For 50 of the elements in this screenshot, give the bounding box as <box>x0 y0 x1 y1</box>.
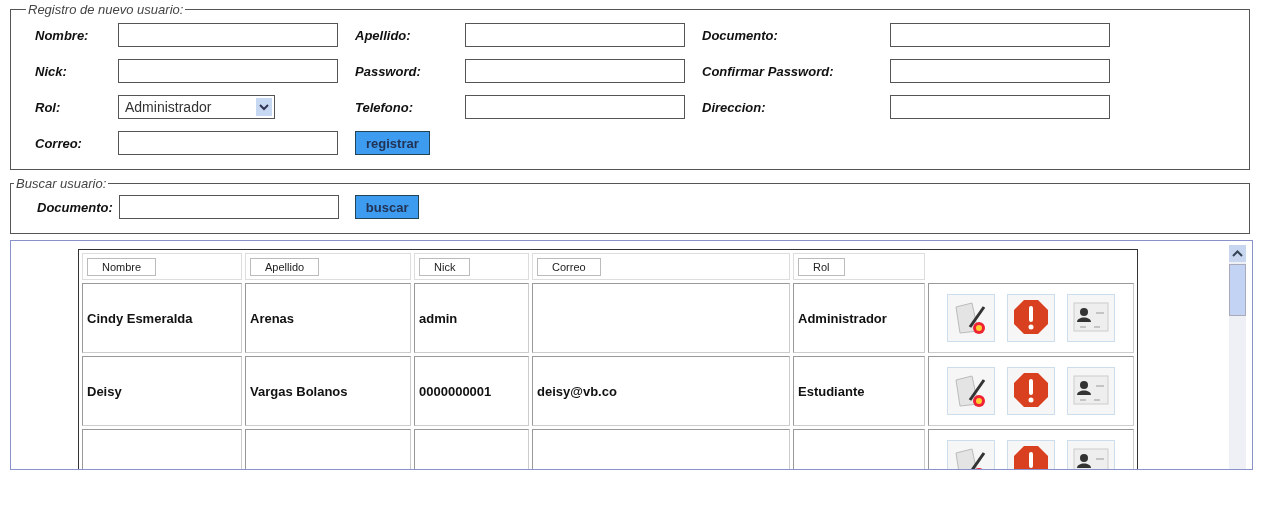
scrollbar-thumb[interactable] <box>1229 264 1246 316</box>
register-button[interactable]: registrar <box>355 131 430 155</box>
field-label: Correo: <box>35 135 83 151</box>
input-field[interactable] <box>118 131 338 155</box>
input-field[interactable] <box>890 95 1110 119</box>
input-field[interactable] <box>465 23 685 47</box>
table-cell: Arenas <box>245 283 411 353</box>
input-field[interactable] <box>118 59 338 83</box>
role-select[interactable]: Administrador <box>118 95 275 119</box>
pencil-icon[interactable] <box>947 294 995 342</box>
field-label: Telefono: <box>355 99 414 115</box>
input-field[interactable] <box>465 95 685 119</box>
contact-card-icon[interactable] <box>1067 367 1115 415</box>
field-label: Documento: <box>702 27 779 43</box>
field-label: Apellido: <box>355 27 412 43</box>
table-cell: deisy@vb.co <box>532 356 790 426</box>
alert-icon[interactable] <box>1007 367 1055 415</box>
input-field[interactable] <box>118 23 338 47</box>
field-label: Nick: <box>35 63 68 79</box>
search-button[interactable]: buscar <box>354 195 420 219</box>
column-header[interactable]: Rol <box>798 258 845 276</box>
table-cell: admin <box>414 283 529 353</box>
input-field[interactable] <box>890 23 1110 47</box>
field-label: Direccion: <box>702 99 767 115</box>
column-header[interactable]: Apellido <box>250 258 320 276</box>
alert-icon[interactable] <box>1007 294 1055 342</box>
field-label: Nombre: <box>35 27 90 43</box>
table-cell: Deisy <box>82 356 242 426</box>
contact-card-icon[interactable] <box>1067 294 1115 342</box>
column-header[interactable]: Nombre <box>87 258 157 276</box>
field-label: Rol: <box>35 99 62 115</box>
input-field[interactable] <box>890 59 1110 83</box>
table-cell: Administrador <box>793 283 925 353</box>
column-header[interactable]: Correo <box>537 258 601 276</box>
column-header[interactable]: Nick <box>419 258 471 276</box>
panel-legend: Registro de nuevo usuario: <box>26 2 186 17</box>
caret-icon <box>256 98 272 116</box>
scrollbar[interactable] <box>1229 245 1246 469</box>
table-cell: 0000000001 <box>414 356 529 426</box>
table-cell: Vargas Bolanos <box>245 356 411 426</box>
scroll-up-icon[interactable] <box>1229 245 1246 262</box>
input-field[interactable] <box>118 195 339 219</box>
input-field[interactable] <box>465 59 685 83</box>
field-label: Documento: <box>37 199 113 215</box>
panel-legend: Buscar usuario: <box>14 176 109 191</box>
pencil-icon[interactable] <box>947 367 995 415</box>
field-label: Password: <box>355 63 422 79</box>
table-cell: Estudiante <box>793 356 925 426</box>
field-label: Confirmar Password: <box>702 63 835 79</box>
table-cell: Cindy Esmeralda <box>82 283 242 353</box>
